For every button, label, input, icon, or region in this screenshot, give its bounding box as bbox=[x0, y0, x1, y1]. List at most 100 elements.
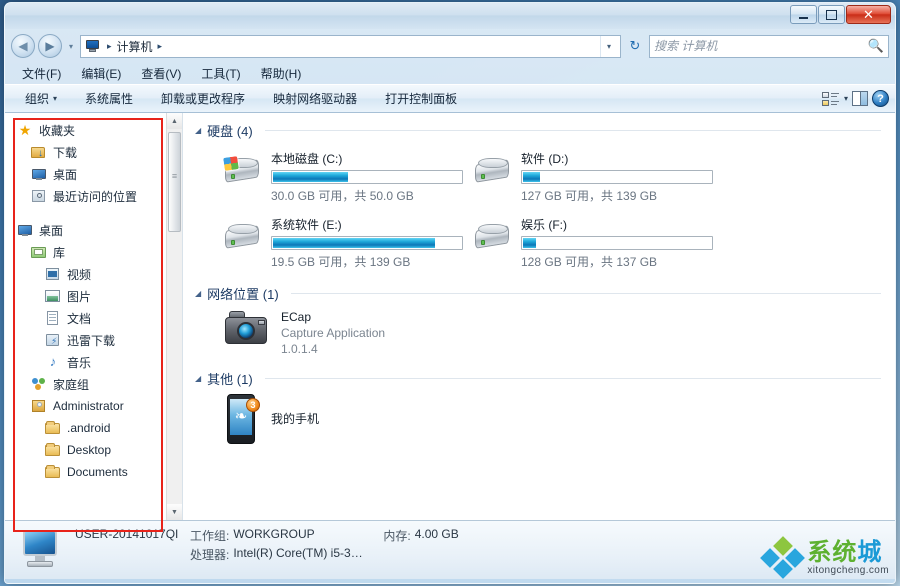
scrollbar-thumb[interactable] bbox=[168, 132, 181, 232]
drive-item-e[interactable]: 系统软件 (E:) 19.5 GB 可用，共 139 GB bbox=[221, 212, 471, 272]
sidebar-item-label: 收藏夹 bbox=[39, 123, 76, 138]
drive-size-text: 127 GB 可用，共 139 GB bbox=[521, 189, 658, 203]
phone-icon: ❧ 3 bbox=[223, 394, 260, 444]
help-icon[interactable]: ? bbox=[872, 90, 889, 107]
breadcrumb-separator-1[interactable]: ▸ bbox=[104, 41, 115, 52]
drive-item-d[interactable]: 软件 (D:) 127 GB 可用，共 139 GB bbox=[471, 146, 721, 206]
network-item-name: ECap bbox=[281, 310, 312, 324]
open-control-panel-button[interactable]: 打开控制面板 bbox=[381, 88, 461, 109]
processor-value: Intel(R) Core(TM) i5-3… bbox=[233, 546, 363, 560]
collapse-caret-icon[interactable]: ◢ bbox=[195, 289, 201, 298]
section-divider bbox=[264, 130, 881, 131]
drive-size-text: 19.5 GB 可用，共 139 GB bbox=[271, 255, 411, 269]
maximize-button[interactable] bbox=[818, 5, 845, 24]
other-item-name: 我的手机 bbox=[271, 412, 320, 426]
sidebar-item-label: Desktop bbox=[67, 443, 112, 457]
watermark-url: xitongcheng.com bbox=[807, 564, 889, 576]
details-text: USER-20141017QI 工作组: WORKGROUP 内存: 4.00 … bbox=[75, 527, 459, 563]
sidebar-item-libraries[interactable]: 库 bbox=[5, 241, 182, 263]
workgroup-label: 工作组: bbox=[190, 529, 230, 543]
sidebar-item-administrator[interactable]: Administrator bbox=[5, 395, 182, 417]
other-item-my-phone[interactable]: ❧ 3 我的手机 bbox=[183, 390, 895, 448]
scroll-down-button[interactable]: ▼ bbox=[167, 504, 182, 520]
system-properties-button[interactable]: 系统属性 bbox=[81, 88, 137, 109]
uninstall-change-program-button[interactable]: 卸载或更改程序 bbox=[157, 88, 249, 109]
sidebar-item-documents-folder[interactable]: Documents bbox=[5, 461, 182, 483]
video-icon bbox=[45, 266, 61, 282]
address-dropdown-icon[interactable]: ▾ bbox=[600, 35, 617, 57]
drive-size-text: 30.0 GB 可用，共 50.0 GB bbox=[271, 189, 414, 203]
menu-view[interactable]: 查看(V) bbox=[138, 64, 184, 83]
section-header-others[interactable]: ◢ 其他 (1) bbox=[183, 361, 895, 390]
sidebar-item-homegroup[interactable]: 家庭组 bbox=[5, 373, 182, 395]
drive-item-f[interactable]: 娱乐 (F:) 128 GB 可用，共 137 GB bbox=[471, 212, 721, 272]
navigation-scrollbar[interactable]: ▲ ▼ bbox=[166, 113, 182, 520]
sidebar-item-thunder-download[interactable]: ⚡ 迅雷下载 bbox=[5, 329, 182, 351]
drive-item-c[interactable]: 本地磁盘 (C:) 30.0 GB 可用，共 50.0 GB bbox=[221, 146, 471, 206]
drive-name: 本地磁盘 (C:) bbox=[271, 152, 343, 166]
sidebar-item-label: 视频 bbox=[67, 267, 92, 282]
network-item-description: Capture Application bbox=[281, 326, 386, 340]
sidebar-item-label: 库 bbox=[53, 245, 66, 260]
sidebar-item-desktop-root[interactable]: 桌面 bbox=[5, 219, 182, 241]
recent-places-icon bbox=[31, 188, 47, 204]
thunder-download-icon: ⚡ bbox=[45, 332, 61, 348]
section-title: 其他 (1) bbox=[207, 372, 253, 387]
sidebar-item-documents[interactable]: 文档 bbox=[5, 307, 182, 329]
collapse-caret-icon[interactable]: ◢ bbox=[195, 374, 201, 383]
address-bar[interactable]: ▸ 计算机 ▸ ▾ bbox=[80, 34, 621, 58]
homegroup-icon bbox=[31, 376, 47, 392]
collapse-caret-icon[interactable]: ◢ bbox=[195, 126, 201, 135]
section-title: 硬盘 (4) bbox=[207, 124, 253, 139]
search-input[interactable] bbox=[654, 39, 868, 53]
section-header-hard-disks[interactable]: ◢ 硬盘 (4) bbox=[183, 113, 895, 142]
forward-button[interactable]: ▶ bbox=[38, 34, 62, 58]
history-dropdown-icon[interactable]: ▾ bbox=[65, 35, 77, 57]
sidebar-item-label: 图片 bbox=[67, 289, 92, 304]
sidebar-item-favorites[interactable]: ★ 收藏夹 bbox=[5, 119, 182, 141]
breadcrumb-separator-2[interactable]: ▸ bbox=[155, 41, 166, 52]
menu-help[interactable]: 帮助(H) bbox=[258, 64, 305, 83]
refresh-icon[interactable]: ↻ bbox=[624, 35, 646, 58]
map-network-drive-button[interactable]: 映射网络驱动器 bbox=[269, 88, 361, 109]
network-item-ecap[interactable]: ECap Capture Application 1.0.1.4 bbox=[183, 305, 895, 361]
sidebar-item-recent-places[interactable]: 最近访问的位置 bbox=[5, 185, 182, 207]
sidebar-item-desktop-fav[interactable]: 桌面 bbox=[5, 163, 182, 185]
drive-grid: 本地磁盘 (C:) 30.0 GB 可用，共 50.0 GB 软件 (D:) 1… bbox=[183, 142, 895, 276]
drive-icon bbox=[473, 220, 513, 254]
sidebar-item-music[interactable]: ♪ 音乐 bbox=[5, 351, 182, 373]
sidebar-item-desktop-folder[interactable]: Desktop bbox=[5, 439, 182, 461]
menu-edit[interactable]: 编辑(E) bbox=[78, 64, 124, 83]
sidebar-item-label: 下载 bbox=[53, 145, 78, 160]
breadcrumb-computer[interactable]: 计算机 bbox=[115, 38, 155, 55]
toolbar-right-group: ▾ ? bbox=[821, 90, 889, 107]
window-body: ★ 收藏夹 ↓ 下载 桌面 最近访问的位置 桌面 库 视频 图片 文档 ⚡ 迅雷… bbox=[5, 113, 895, 521]
menu-tools[interactable]: 工具(T) bbox=[198, 64, 243, 83]
sidebar-item-label: .android bbox=[67, 421, 111, 435]
back-button[interactable]: ◀ bbox=[11, 34, 35, 58]
drive-name: 软件 (D:) bbox=[521, 152, 569, 166]
scroll-up-button[interactable]: ▲ bbox=[167, 113, 182, 129]
drive-size-text: 128 GB 可用，共 137 GB bbox=[521, 255, 658, 269]
view-chevron-down-icon[interactable]: ▾ bbox=[844, 94, 848, 103]
sidebar-item-pictures[interactable]: 图片 bbox=[5, 285, 182, 307]
document-icon bbox=[45, 310, 61, 326]
sidebar-item-label: 桌面 bbox=[53, 167, 78, 182]
sidebar-item-label: 桌面 bbox=[39, 223, 64, 238]
navigation-tree: ★ 收藏夹 ↓ 下载 桌面 最近访问的位置 桌面 库 视频 图片 文档 ⚡ 迅雷… bbox=[5, 113, 182, 483]
sidebar-item-downloads[interactable]: ↓ 下载 bbox=[5, 141, 182, 163]
menu-file[interactable]: 文件(F) bbox=[19, 64, 64, 83]
organize-button[interactable]: 组织 ▾ bbox=[21, 88, 61, 109]
preview-pane-icon[interactable] bbox=[852, 91, 868, 106]
network-item-version: 1.0.1.4 bbox=[281, 342, 318, 356]
details-pane: USER-20141017QI 工作组: WORKGROUP 内存: 4.00 … bbox=[5, 521, 895, 579]
search-box[interactable]: 🔍 bbox=[649, 34, 889, 58]
close-button[interactable]: ✕ bbox=[846, 5, 891, 24]
change-view-icon[interactable] bbox=[821, 91, 840, 107]
sidebar-item-videos[interactable]: 视频 bbox=[5, 263, 182, 285]
minimize-button[interactable] bbox=[790, 5, 817, 24]
section-header-network-locations[interactable]: ◢ 网络位置 (1) bbox=[183, 276, 895, 305]
watermark-cn-green: 系统 bbox=[807, 538, 858, 566]
music-note-icon: ♪ bbox=[49, 354, 57, 369]
sidebar-item-android[interactable]: .android bbox=[5, 417, 182, 439]
